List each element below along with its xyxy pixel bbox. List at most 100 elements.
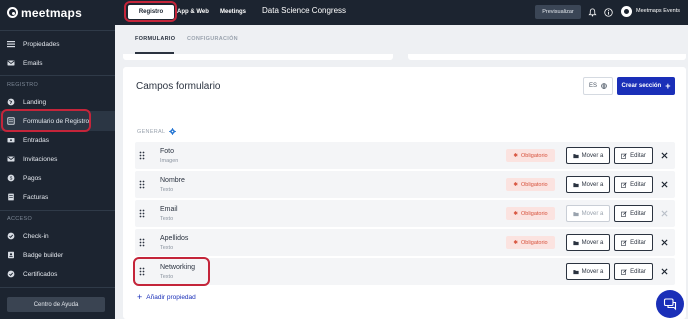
edit-icon [621, 268, 627, 275]
tab-configuracion[interactable]: CONFIGURACIÓN [187, 36, 238, 42]
sidebar-item-label: Pagos [23, 174, 42, 182]
section-label-general: GENERAL [137, 128, 177, 135]
plus-icon: + [137, 292, 143, 302]
tab-formulario[interactable]: FORMULARIO [135, 36, 175, 42]
payment-icon: $ [7, 174, 15, 182]
language-selector[interactable]: ES [583, 77, 613, 95]
sidebar-item-label: Certificados [23, 270, 58, 278]
folder-icon [573, 153, 579, 158]
sidebar-item-formulario-de-registro[interactable]: Formulario de Registro [7, 114, 89, 128]
preview-button[interactable]: Previsualizar [535, 5, 581, 19]
edit-button[interactable]: Editar [614, 234, 653, 251]
edit-button[interactable]: Editar [614, 205, 653, 222]
delete-icon[interactable] [659, 266, 669, 276]
field-name: Networking [160, 264, 196, 271]
folder-icon [573, 269, 579, 274]
mail-icon [7, 59, 15, 67]
sidebar-item-invitaciones[interactable]: Invitaciones [7, 152, 57, 166]
form-icon [7, 117, 15, 125]
field-type: Texto [160, 274, 174, 280]
drag-handle-icon[interactable] [139, 209, 145, 218]
sidebar-group-acceso: ACCESO [7, 216, 33, 222]
edit-icon [621, 210, 627, 217]
asterisk-icon: ✱ [513, 210, 518, 217]
move-button[interactable]: Mover a [566, 263, 610, 280]
move-button[interactable]: Mover a [566, 176, 610, 193]
globe-icon [7, 98, 15, 106]
delete-icon[interactable] [659, 237, 669, 247]
badge-icon [7, 251, 15, 259]
sidebar-item-check-in[interactable]: Check-in [7, 229, 49, 243]
move-button[interactable]: Mover a [566, 234, 610, 251]
chat-support-button[interactable] [656, 290, 684, 318]
tab-meetings[interactable]: Meetings [214, 5, 252, 19]
gear-icon[interactable] [169, 128, 177, 135]
info-icon[interactable] [603, 7, 613, 17]
field-type: Imagen [160, 158, 179, 164]
panel-top-right [408, 54, 686, 60]
sidebar-item-emails[interactable]: Emails [7, 56, 43, 70]
svg-text:$: $ [10, 176, 13, 181]
logo-icon [7, 7, 18, 18]
required-badge: ✱ Obligatorio [506, 149, 555, 162]
sidebar-item-entradas[interactable]: Entradas [7, 133, 49, 147]
add-property-button[interactable]: + Añadir propiedad [137, 293, 196, 302]
move-label: Mover a [581, 181, 604, 188]
field-type: Texto [160, 216, 174, 222]
edit-label: Editar [630, 181, 646, 188]
tab-registro[interactable]: Registro [128, 5, 174, 19]
topbar: Registro App & Web Meetings Data Science… [115, 0, 688, 25]
move-button-disabled: Mover a [566, 205, 610, 222]
required-label: Obligatorio [521, 210, 548, 217]
field-name: Nombre [160, 177, 185, 184]
list-icon [7, 40, 15, 48]
plus-icon: + [665, 80, 671, 91]
required-badge: ✱ Obligatorio [506, 236, 555, 249]
language-code: ES [588, 83, 597, 89]
panel-top-left [123, 54, 393, 60]
create-section-button[interactable]: Crear sección + [617, 77, 675, 95]
field-row-networking: Networking Texto Mover a Editar [135, 258, 675, 285]
move-button[interactable]: Mover a [566, 147, 610, 164]
sidebar-item-pagos[interactable]: $ Pagos [7, 171, 41, 185]
sidebar-item-landing[interactable]: Landing [7, 95, 46, 109]
tab-app-web[interactable]: App & Web [176, 5, 210, 19]
sidebar-item-propiedades[interactable]: Propiedades [7, 37, 60, 51]
delete-icon[interactable] [659, 179, 669, 189]
invoice-icon [7, 193, 15, 201]
sidebar-item-label: Check-in [23, 232, 49, 240]
drag-handle-icon[interactable] [139, 267, 145, 276]
move-label: Mover a [581, 239, 604, 246]
edit-button[interactable]: Editar [614, 176, 653, 193]
asterisk-icon: ✱ [513, 152, 518, 159]
page-title: Campos formulario [136, 81, 221, 92]
required-badge: ✱ Obligatorio [506, 207, 555, 220]
edit-button[interactable]: Editar [614, 263, 653, 280]
check-icon [7, 232, 15, 240]
drag-handle-icon[interactable] [139, 238, 145, 247]
asterisk-icon: ✱ [513, 239, 518, 246]
sidebar-item-certificados[interactable]: Certificados [7, 267, 57, 281]
drag-handle-icon[interactable] [139, 151, 145, 160]
required-label: Obligatorio [521, 239, 548, 246]
drag-handle-icon[interactable] [139, 180, 145, 189]
sidebar-item-facturas[interactable]: Facturas [7, 190, 48, 204]
field-type: Texto [160, 187, 174, 193]
user-name[interactable]: Meetmaps Events [636, 8, 680, 14]
sidebar-item-badge-builder[interactable]: Badge builder [7, 248, 63, 262]
field-row-nombre: Nombre Texto ✱ Obligatorio Mover a Editar [135, 171, 675, 198]
help-center-button[interactable]: Centro de Ayuda [7, 297, 105, 312]
delete-icon[interactable] [659, 150, 669, 160]
avatar[interactable] [621, 6, 632, 17]
bell-icon[interactable] [587, 7, 597, 17]
add-property-label: Añadir propiedad [146, 294, 196, 301]
brand-name: meetmaps [21, 5, 82, 20]
sidebar-item-label: Badge builder [23, 251, 64, 259]
section-name: GENERAL [137, 128, 166, 135]
field-row-apellidos: Apellidos Texto ✱ Obligatorio Mover a Edi… [135, 229, 675, 256]
brand-logo[interactable]: meetmaps [0, 0, 115, 25]
subtabs-bar: FORMULARIO CONFIGURACIÓN [115, 25, 688, 54]
edit-button[interactable]: Editar [614, 147, 653, 164]
required-label: Obligatorio [521, 152, 548, 159]
sidebar-group-registro: REGISTRO [7, 82, 39, 88]
